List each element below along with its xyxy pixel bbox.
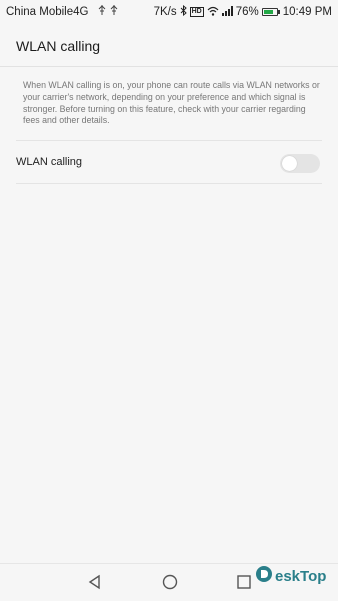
wlan-calling-row[interactable]: WLAN calling: [16, 141, 322, 183]
status-right: 7K/s HD 76% 10:49 PM: [153, 4, 332, 19]
divider: [16, 183, 322, 185]
signal-icon: [221, 5, 233, 19]
settings-content: When WLAN calling is on, your phone can …: [16, 80, 322, 185]
usb-icon: [98, 5, 120, 18]
carrier-label: China Mobile4G: [6, 5, 89, 18]
battery-icon: [261, 8, 280, 16]
status-left: China Mobile4G: [6, 5, 120, 18]
toggle-knob: [282, 156, 297, 172]
battery-percent: 76%: [235, 6, 259, 18]
status-bar: China Mobile4G 7K/s HD 76% 10:49 PM: [0, 0, 338, 24]
net-speed: 7K/s: [153, 6, 177, 18]
recents-square-icon[interactable]: [234, 572, 254, 592]
home-circle-icon[interactable]: [160, 572, 180, 592]
watermark-text: eskTop: [275, 568, 327, 585]
wlan-calling-toggle[interactable]: [280, 154, 320, 174]
feature-description: When WLAN calling is on, your phone can …: [23, 80, 320, 126]
bluetooth-icon: [180, 4, 187, 19]
page-title: WLAN calling: [16, 38, 101, 54]
hd-badge: HD: [189, 7, 204, 17]
wifi-icon: [207, 6, 219, 19]
back-triangle-icon[interactable]: [85, 572, 105, 592]
status-time: 10:49 PM: [282, 6, 332, 18]
wlan-calling-label: WLAN calling: [16, 156, 83, 169]
app-bar: WLAN calling: [0, 24, 338, 67]
desktop-logo-icon: [255, 565, 273, 588]
watermark: eskTop: [255, 565, 326, 588]
